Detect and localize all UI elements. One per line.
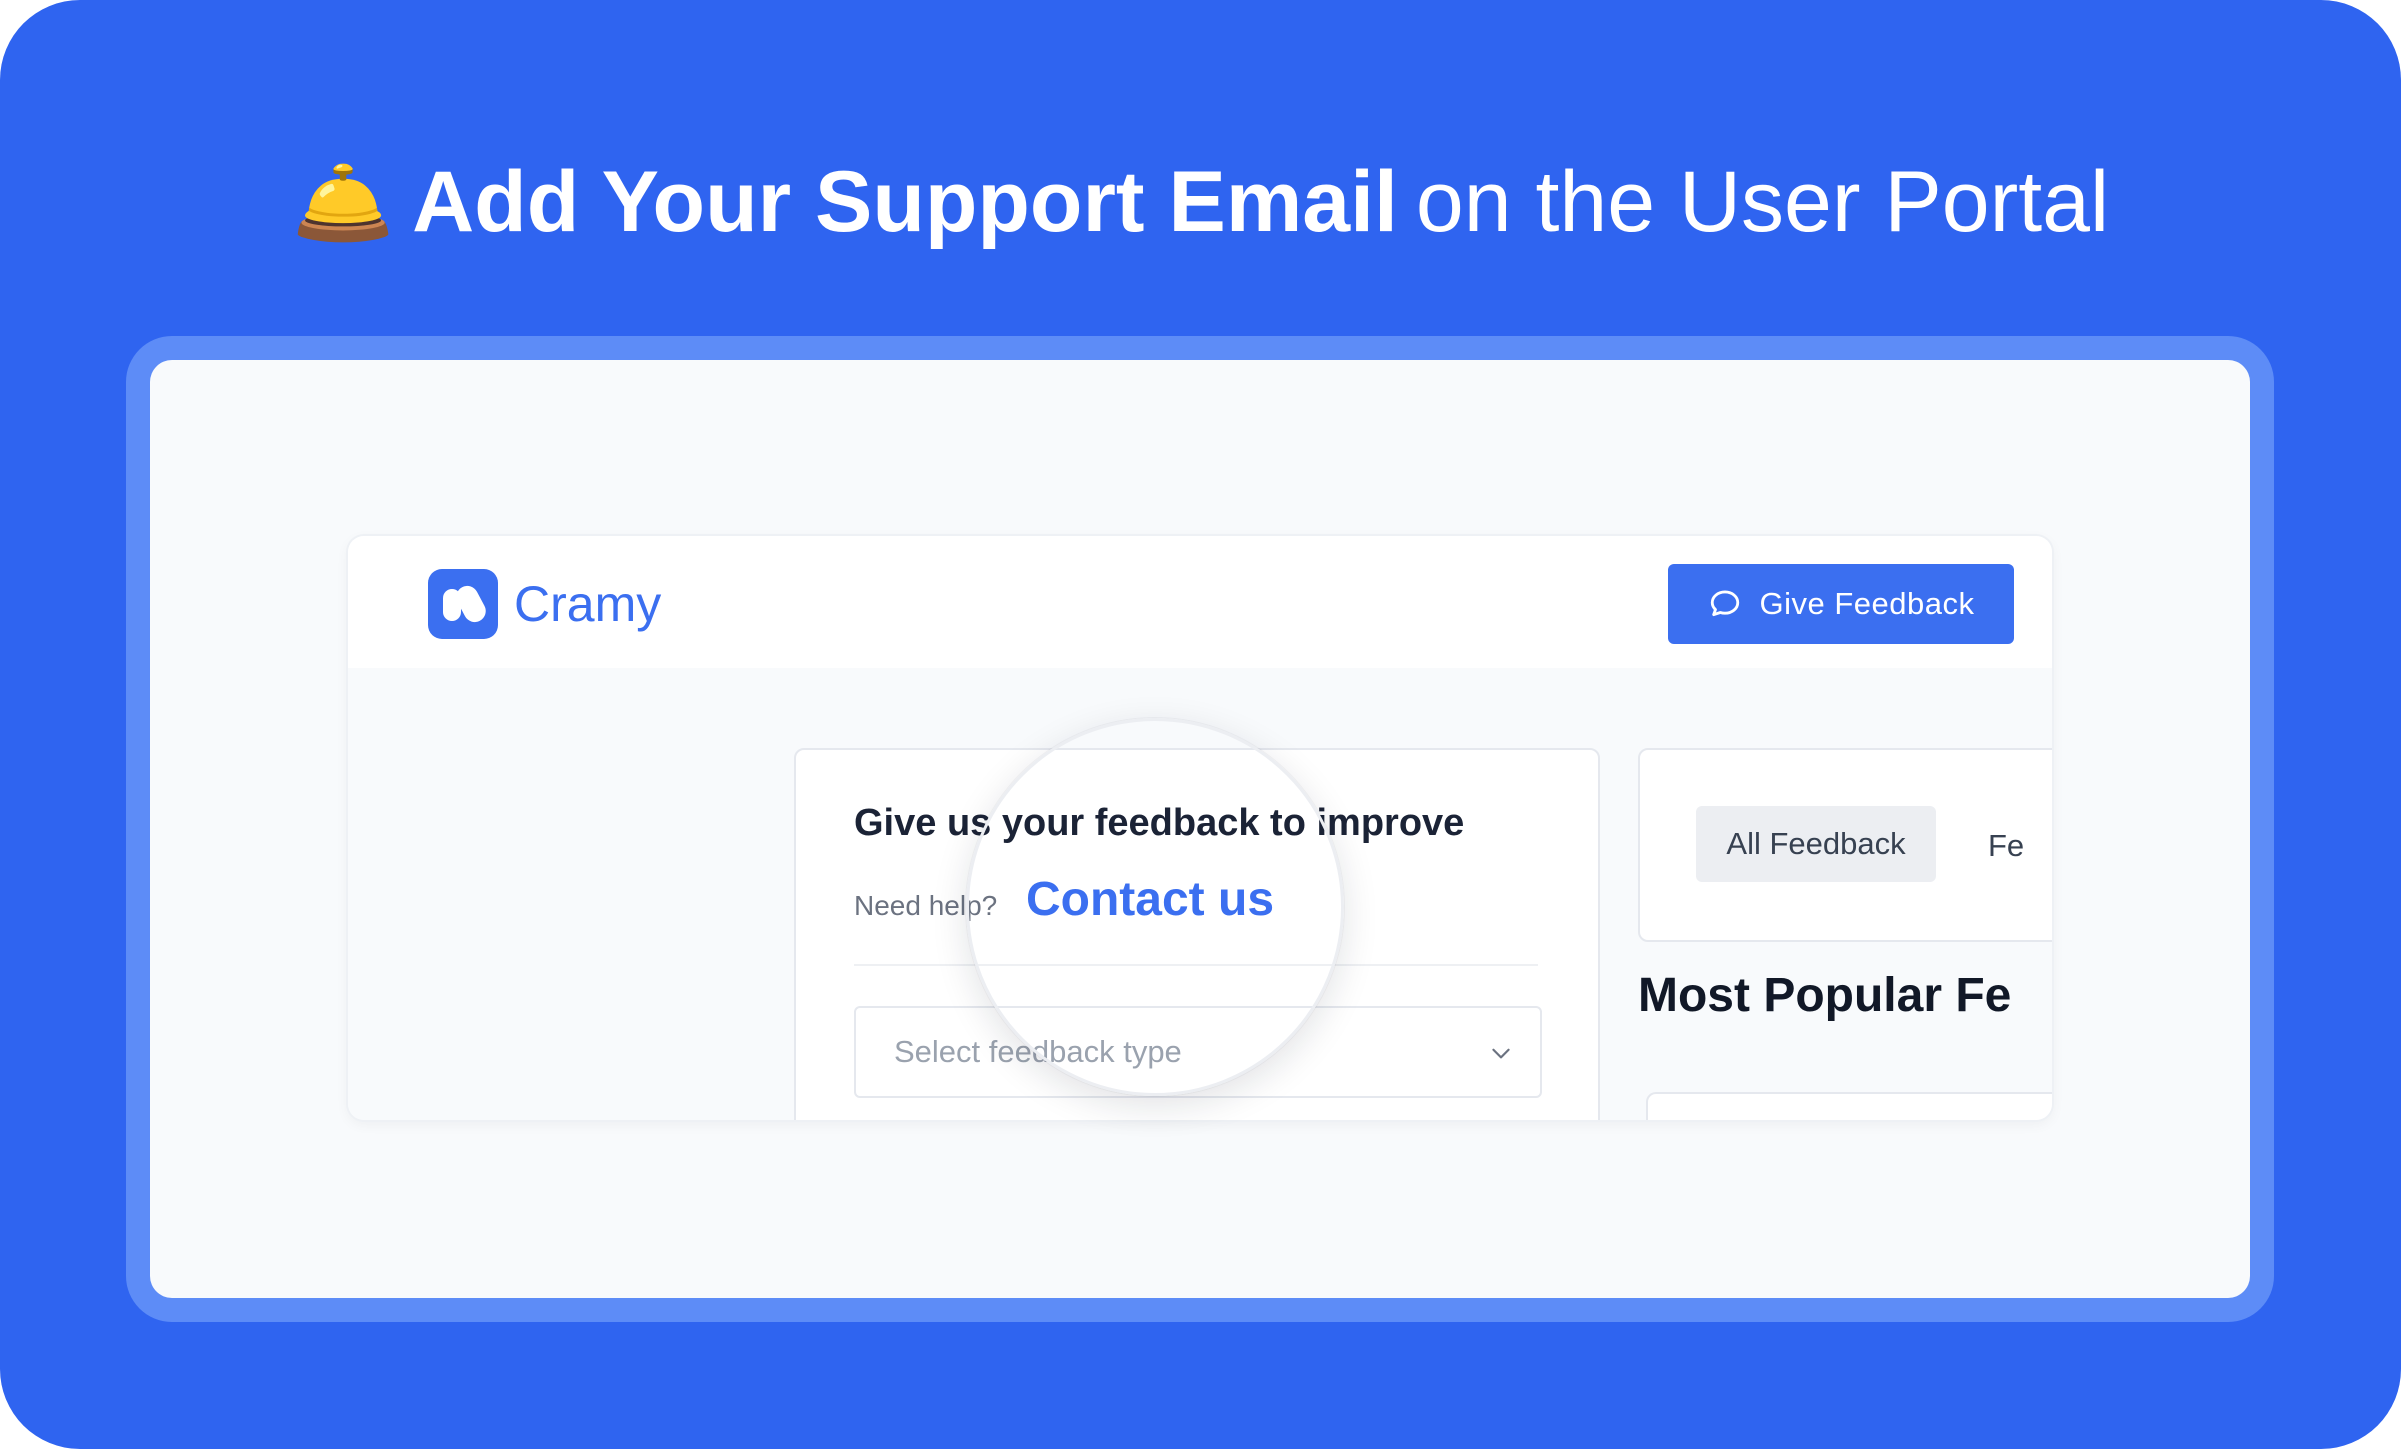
portal-header: Cramy Give Feedback [348,536,2052,668]
headline-bold: Add Your Support Email [412,154,1398,250]
most-popular-heading: Most Popular Fe [1638,969,2012,1022]
popular-feedback-card[interactable] [1646,1092,2052,1120]
feedback-filter-card: All Feedback Fe [1638,748,2052,942]
divider [854,964,1538,966]
tab-next[interactable]: Fe [1988,828,2024,864]
feedback-form-title: Give us your feedback to improve [854,802,1465,844]
cramy-logo-icon[interactable] [428,569,498,639]
feedback-type-placeholder: Select feedback type [894,1034,1182,1069]
portal-body: Give us your feedback to improve Need he… [348,668,2052,1120]
give-feedback-button[interactable]: Give Feedback [1668,564,2014,644]
feedback-type-select[interactable]: Select feedback type [854,1006,1542,1098]
feedback-form-card: Give us your feedback to improve Need he… [794,748,1600,1120]
logo-text[interactable]: Cramy [514,572,661,636]
tab-all-feedback[interactable]: All Feedback [1696,806,1936,882]
chat-bubble-icon [1710,590,1739,617]
contact-us-link[interactable]: Contact us [1026,872,1274,927]
need-help-text: Need help? [854,890,998,921]
user-portal: Cramy Give Feedback Give us your feedbac… [348,536,2052,1120]
screenshot-canvas: Cramy Give Feedback Give us your feedbac… [150,360,2250,1298]
headline-regular: on the User Portal [1415,154,2110,250]
promo-banner: 🛎️ Add Your Support Email on the User Port… [0,0,2401,1449]
give-feedback-label: Give Feedback [1759,586,1975,621]
headline: 🛎️ Add Your Support Email on the User Port… [0,140,2401,266]
chevron-down-icon [1492,1048,1510,1059]
bell-icon: 🛎️ [291,158,395,249]
